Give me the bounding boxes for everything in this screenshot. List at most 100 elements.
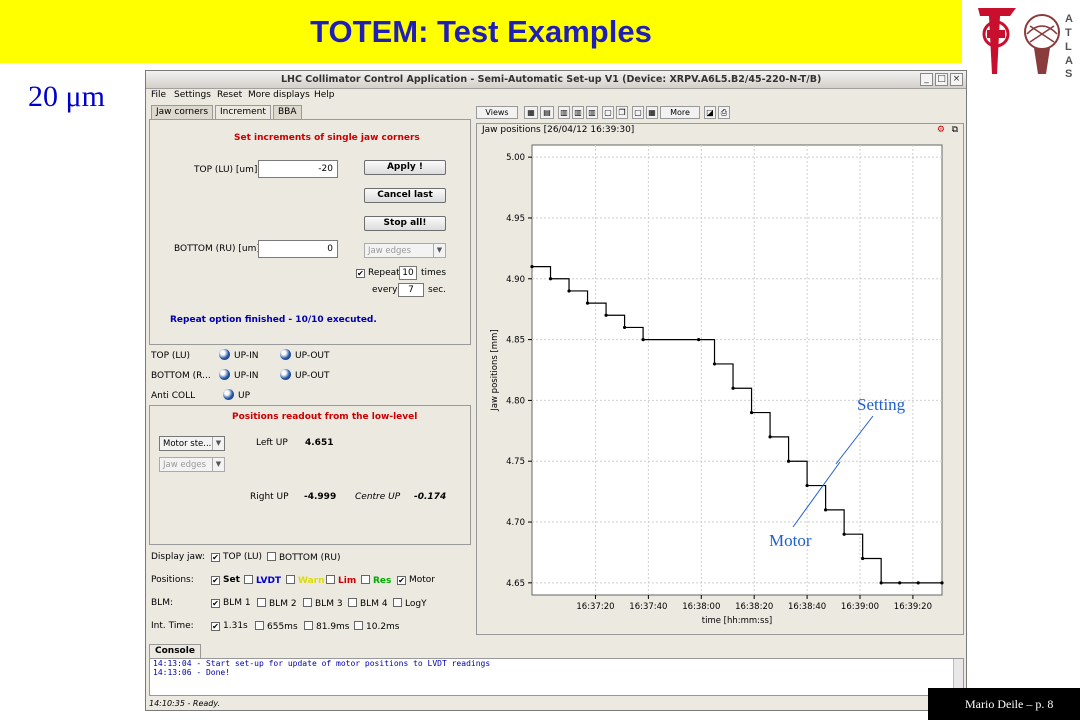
jaw-status-anticoll: Anti COLL UP [151,389,250,401]
atlas-logo: A T L A S [1024,13,1073,80]
tab-jaw-corners[interactable]: Jaw corners [151,105,214,119]
checkbox[interactable]: ✔ [211,576,220,585]
menu-more-displays[interactable]: More displays [248,90,310,100]
positions-res[interactable]: Res [361,575,391,586]
window-icon[interactable]: ▢ [602,106,614,119]
checkbox[interactable] [393,598,402,607]
checkbox[interactable] [361,575,370,584]
window-titlebar[interactable]: LHC Collimator Control Application - Sem… [146,71,966,89]
int-time-2[interactable]: 655ms [255,621,298,632]
blm-2[interactable]: BLM 2 [257,598,297,609]
y-tick-label: 4.70 [506,518,525,528]
chart-header: Jaw positions [26/04/12 16:39:30] ⚙ ⧉ [477,124,963,137]
readout-edges-select[interactable]: Jaw edges ▼ [159,457,225,472]
checkbox[interactable]: ✔ [211,553,220,562]
apply-button[interactable]: Apply ! [364,160,446,175]
frame-icon[interactable]: ▢ [632,106,644,119]
jaw-status-a: UP-IN [234,371,259,381]
data-point [697,337,701,342]
checkbox[interactable] [354,621,363,630]
tile-icon[interactable]: ▥ [572,106,584,119]
table-icon[interactable]: ▦ [646,106,658,119]
scale-label: 20 μm [28,80,105,113]
chart-icon[interactable]: ◪ [704,106,716,119]
title-banner: TOTEM: Test Examples [0,0,962,63]
blm-4[interactable]: BLM 4 [348,598,388,609]
increment-heading: Set increments of single jaw corners [234,133,420,143]
data-point [567,289,571,293]
more-button[interactable]: More [660,106,700,119]
checkbox[interactable] [286,575,295,584]
svg-text:A: A [1065,55,1073,67]
positions-set[interactable]: ✔ Set [211,575,240,585]
int-time-3[interactable]: 81.9ms [304,621,350,632]
tab-bba[interactable]: BBA [273,105,302,119]
top-increment-input[interactable]: -20 [258,160,338,178]
checkbox[interactable]: ✔ [211,599,220,608]
print-icon[interactable]: ⎙ [718,106,730,119]
bottom-increment-input[interactable]: 0 [258,240,338,258]
repeat-count-input[interactable]: 10 [399,266,417,280]
menu-help[interactable]: Help [314,90,335,100]
data-point [712,362,717,366]
y-tick-label: 4.85 [506,336,525,346]
positions-lvdt[interactable]: LVDT [244,575,281,586]
copy-icon[interactable]: ❐ [616,106,628,119]
int-time-1[interactable]: ✔ 1.31s [211,621,248,631]
readout-panel: Positions readout from the low-level Mot… [149,405,471,545]
cancel-last-button[interactable]: Cancel last [364,188,446,203]
views-button[interactable]: Views [476,106,518,119]
readout-source-select[interactable]: Motor ste... ▼ [159,436,225,451]
checkbox[interactable] [348,598,357,607]
checkbox[interactable] [267,552,276,561]
chevron-down-icon: ▼ [212,458,224,471]
checkbox[interactable] [304,621,313,630]
grid-icon[interactable]: ▦ [524,106,538,119]
checkbox[interactable]: ✔ [397,576,406,585]
menu-reset[interactable]: Reset [217,90,242,100]
stop-all-button[interactable]: Stop all! [364,216,446,231]
maximize-button[interactable]: □ [935,73,948,86]
int-time-4[interactable]: 10.2ms [354,621,400,632]
data-point [530,265,534,269]
readout-heading: Positions readout from the low-level [232,412,418,422]
layout-icon[interactable]: ▤ [540,106,554,119]
jaw-position-chart: 5.00 4.95 4.90 4.85 4.80 4.75 4.70 4.65 16:37:20… [490,144,944,626]
tile-icon[interactable]: ▥ [558,106,570,119]
menu-settings[interactable]: Settings [174,90,211,100]
positions-warn[interactable]: Warn [286,575,325,586]
svg-text:A: A [1065,13,1073,25]
jaw-status-a: UP [238,391,251,401]
menu-file[interactable]: File [151,90,166,100]
console-log: 14:13:04 - Start set-up for update of mo… [149,658,964,696]
menubar: File Settings Reset More displays Help [146,90,966,104]
left-panel: Jaw corners Increment BBA Set increments… [149,105,471,635]
checkbox[interactable] [326,575,335,584]
checkbox[interactable] [255,621,264,630]
jaw-status-label: Anti COLL [151,391,196,401]
increment-panel: Set increments of single jaw corners TOP… [149,119,471,345]
every-seconds-input[interactable]: 7 [398,283,424,297]
repeat-row: ✔ Repeat [356,268,400,278]
display-jaw-bottom[interactable]: BOTTOM (RU) [267,552,341,563]
close-button[interactable]: × [950,73,963,86]
detach-icon[interactable]: ⧉ [952,125,958,135]
blm-logy[interactable]: LogY [393,598,427,609]
checkbox[interactable] [244,575,253,584]
checkbox[interactable] [303,598,312,607]
positions-motor[interactable]: ✔ Motor [397,575,435,585]
tab-console[interactable]: Console [149,644,201,658]
display-jaw-top[interactable]: ✔ TOP (LU) [211,552,262,562]
checkbox[interactable]: ✔ [211,622,220,631]
tab-increment[interactable]: Increment [215,105,271,119]
blm-3[interactable]: BLM 3 [303,598,343,609]
jaw-edges-select[interactable]: Jaw edges ▼ [364,243,446,258]
checkbox[interactable] [257,598,266,607]
repeat-checkbox[interactable]: ✔ [356,269,365,278]
blm-1[interactable]: ✔ BLM 1 [211,598,251,608]
settings-icon[interactable]: ⚙ [937,125,945,135]
minimize-button[interactable]: _ [920,73,933,86]
positions-lim[interactable]: Lim [326,575,356,586]
slide-title: TOTEM: Test Examples [310,14,652,49]
tile-icon[interactable]: ▥ [586,106,598,119]
